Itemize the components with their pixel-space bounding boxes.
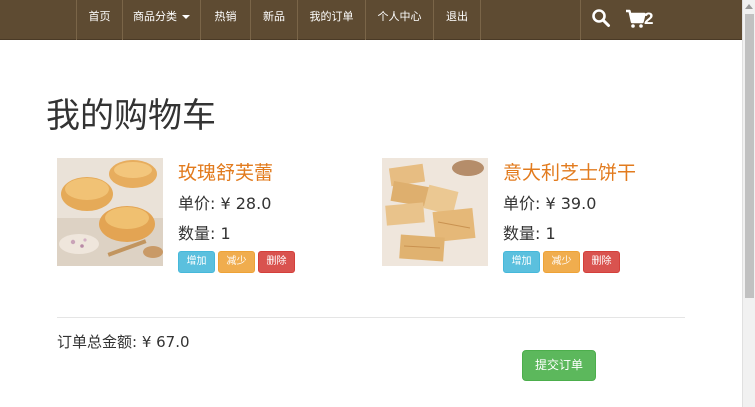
nav-profile-label: 个人中心 — [377, 10, 422, 23]
nav-hot[interactable]: 热销 — [200, 0, 250, 40]
biscuit-image — [382, 158, 488, 266]
nav-right-tools: 2 — [580, 0, 660, 40]
divider — [57, 317, 685, 318]
page-title: 我的购物车 — [46, 96, 216, 136]
quantity: 数量: 1 — [178, 224, 231, 243]
unit-price: 单价: ¥ 28.0 — [178, 194, 272, 213]
unit-price: 单价: ¥ 39.0 — [503, 194, 597, 213]
cart-count-badge[interactable]: 2 — [644, 9, 653, 29]
quantity: 数量: 1 — [503, 224, 556, 243]
increase-button[interactable]: 增加 — [503, 251, 540, 273]
cart-item: 玫瑰舒芙蕾 单价: ¥ 28.0 数量: 1 增加 减少 删除 — [57, 158, 357, 273]
nav-home-label: 首页 — [88, 10, 111, 23]
increase-button[interactable]: 增加 — [178, 251, 215, 273]
nav-logout[interactable]: 退出 — [433, 0, 481, 40]
search-icon[interactable] — [591, 8, 611, 28]
nav-category-dropdown[interactable]: 商品分类 — [122, 0, 200, 40]
submit-order-button[interactable]: 提交订单 — [522, 350, 596, 381]
decrease-button[interactable]: 减少 — [543, 251, 580, 273]
nav-category-label: 商品分类 — [133, 10, 177, 23]
scroll-up-arrow-icon[interactable] — [745, 4, 753, 9]
decrease-button[interactable]: 减少 — [218, 251, 255, 273]
nav-my-orders-label: 我的订单 — [309, 10, 354, 23]
nav-new-label: 新品 — [263, 10, 285, 23]
nav-profile[interactable]: 个人中心 — [365, 0, 433, 40]
chevron-down-icon — [182, 15, 190, 19]
vertical-scrollbar[interactable] — [742, 0, 755, 407]
delete-button[interactable]: 删除 — [583, 251, 620, 273]
cart-item: 意大利芝士饼干 单价: ¥ 39.0 数量: 1 增加 减少 删除 — [382, 158, 682, 273]
nav-new[interactable]: 新品 — [250, 0, 297, 40]
order-total: 订单总金额: ¥ 67.0 — [57, 333, 190, 351]
product-image[interactable] — [382, 158, 488, 266]
nav-logout-label: 退出 — [446, 10, 468, 23]
souffle-image — [57, 158, 163, 266]
nav-home[interactable]: 首页 — [76, 0, 122, 40]
scrollbar-thumb[interactable] — [745, 14, 754, 298]
product-name[interactable]: 意大利芝士饼干 — [503, 158, 636, 185]
product-name[interactable]: 玫瑰舒芙蕾 — [178, 158, 273, 185]
nav-hot-label: 热销 — [214, 10, 237, 23]
delete-button[interactable]: 删除 — [258, 251, 295, 273]
product-image[interactable] — [57, 158, 163, 266]
nav-my-orders[interactable]: 我的订单 — [297, 0, 365, 40]
top-navbar: 首页 商品分类 热销 新品 我的订单 个人中心 退出 2 — [0, 0, 742, 40]
